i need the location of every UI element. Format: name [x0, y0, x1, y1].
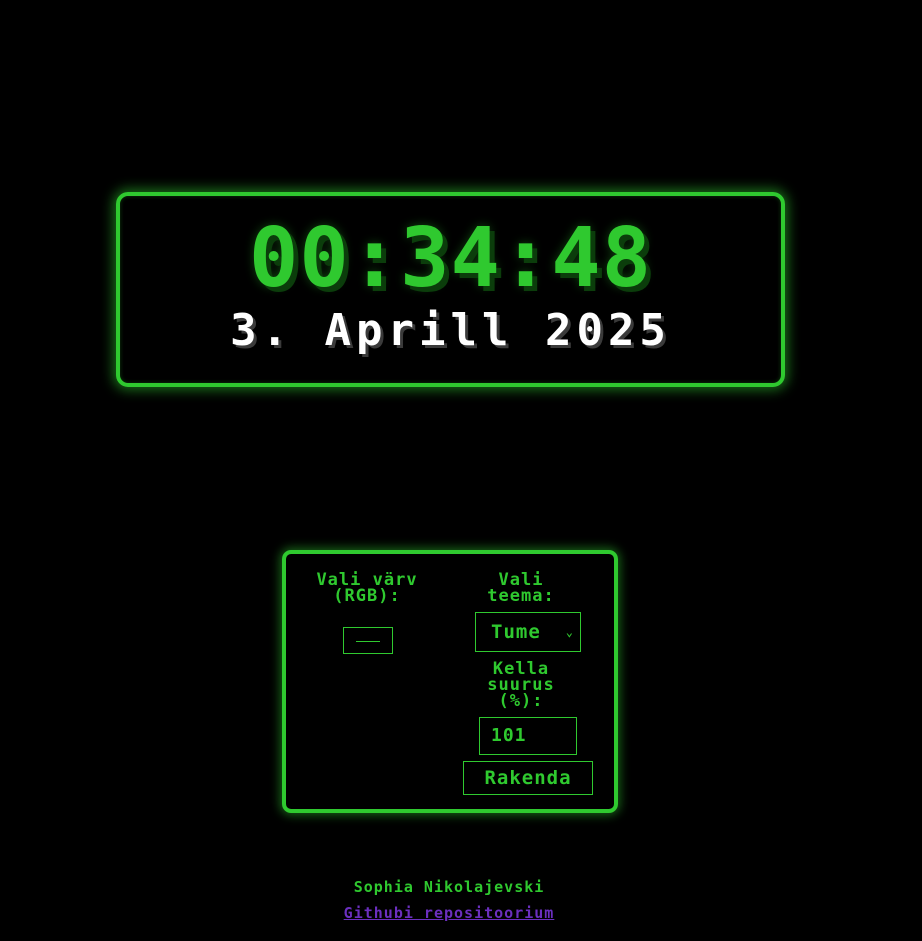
color-swatch — [356, 641, 380, 642]
author-name: Sophia Nikolajevski — [353, 878, 545, 896]
clock-display: 00:34:48 3. Aprill 2025 — [116, 192, 785, 387]
theme-select[interactable]: Tume ⌄ — [475, 612, 581, 652]
github-repo-link[interactable]: Githubi repositoorium — [0, 904, 898, 922]
chevron-down-icon: ⌄ — [565, 625, 574, 639]
clock-size-value: 101 — [491, 725, 527, 746]
clock-date: 3. Aprill 2025 — [230, 305, 671, 356]
theme-label: Vali teema: — [487, 570, 555, 606]
color-picker[interactable] — [343, 627, 393, 654]
clock-size-input[interactable]: 101 — [479, 717, 577, 755]
clock-time: 00:34:48 — [249, 211, 652, 306]
settings-panel: Vali värv (RGB): Vali teema: Tume ⌄ Kell… — [282, 550, 618, 813]
size-label: Kella suurus (%): — [487, 659, 555, 711]
theme-select-value: Tume — [491, 621, 541, 643]
color-label: Vali värv (RGB): — [316, 570, 418, 606]
apply-button[interactable]: Rakenda — [463, 761, 593, 795]
